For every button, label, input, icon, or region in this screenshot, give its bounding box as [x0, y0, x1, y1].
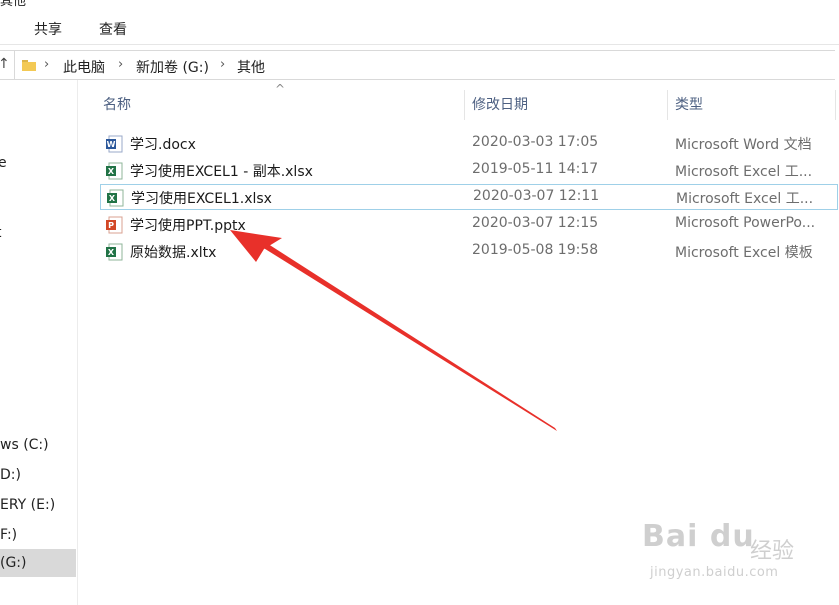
svg-text:X: X [108, 248, 115, 257]
breadcrumb-arrow-icon[interactable]: › [220, 57, 225, 72]
column-divider[interactable] [835, 90, 836, 120]
nav-drive-f[interactable]: F:) [0, 521, 76, 549]
file-name: 原始数据.xltx [130, 245, 217, 261]
file-date: 2020-03-03 17:05 [472, 134, 599, 150]
file-row[interactable]: W 学习.docx 2020-03-03 17:05 Microsoft Wor… [100, 131, 838, 157]
svg-text:X: X [109, 194, 116, 203]
watermark-text: 经验 [750, 539, 795, 564]
folder-icon [22, 60, 36, 71]
excel-icon: X [107, 189, 124, 207]
watermark-logo: Bai du [642, 519, 755, 554]
nav-item-fragment[interactable]: e [0, 155, 7, 171]
file-type: Microsoft Excel 工... [676, 191, 814, 207]
breadcrumb-drive-g[interactable]: 新加卷 (G:) [136, 57, 209, 77]
svg-text:P: P [108, 221, 114, 230]
address-bar[interactable]: ↑ › 此电脑 › 新加卷 (G:) › 其他 [0, 50, 835, 80]
tab-view[interactable]: 查看 [95, 17, 131, 41]
column-header-name[interactable]: 名称 [103, 90, 131, 120]
arrow-shaft [262, 242, 557, 431]
file-name: 学习使用EXCEL1 - 副本.xlsx [130, 164, 313, 180]
column-header-type[interactable]: 类型 [675, 90, 703, 120]
file-name: 学习使用PPT.pptx [130, 218, 246, 234]
nav-item-fragment[interactable]: t [0, 225, 2, 241]
file-type: Microsoft Excel 工... [675, 164, 813, 180]
excel-template-icon: X [106, 243, 123, 261]
tab-share[interactable]: 共享 [30, 17, 66, 41]
svg-text:X: X [108, 167, 115, 176]
nav-drive-c[interactable]: ws (C:) [0, 431, 76, 459]
file-row[interactable]: P 学习使用PPT.pptx 2020-03-07 12:15 Microsof… [100, 212, 838, 238]
baidu-jingyan-watermark: Bai du 经验 jingyan.baidu.com [642, 515, 832, 600]
file-name: 学习使用EXCEL1.xlsx [131, 191, 272, 207]
column-divider[interactable] [667, 90, 668, 120]
up-arrow-icon[interactable]: ↑ [0, 56, 10, 72]
powerpoint-icon: P [106, 216, 123, 234]
file-row-focused[interactable]: X 学习使用EXCEL1.xlsx 2020-03-07 12:11 Micro… [100, 184, 838, 210]
breadcrumb-this-pc[interactable]: 此电脑 [63, 57, 105, 77]
column-header-date[interactable]: 修改日期 [472, 90, 528, 120]
watermark-url: jingyan.baidu.com [650, 565, 779, 580]
file-type: Microsoft PowerPo... [675, 215, 816, 231]
file-row[interactable]: X 学习使用EXCEL1 - 副本.xlsx 2019-05-11 14:17 … [100, 158, 838, 184]
nav-drive-e[interactable]: ERY (E:) [0, 491, 76, 519]
file-name: 学习.docx [130, 137, 196, 153]
file-date: 2019-05-08 19:58 [472, 242, 599, 258]
breadcrumb-other[interactable]: 其他 [237, 57, 265, 77]
ribbon-divider [0, 44, 839, 45]
file-type: Microsoft Excel 模板 [675, 245, 813, 261]
file-date: 2020-03-07 12:15 [472, 215, 599, 231]
nav-drive-g[interactable]: (G:) [0, 549, 76, 577]
nav-drive-d[interactable]: D:) [0, 461, 76, 489]
window-title: 其他 [0, 0, 27, 9]
file-date: 2020-03-07 12:11 [473, 188, 600, 204]
breadcrumb-arrow-icon[interactable]: › [44, 57, 49, 72]
file-type: Microsoft Word 文档 [675, 137, 812, 153]
ribbon-tabs: 共享 查看 [0, 12, 839, 44]
sort-ascending-icon: ^ [275, 82, 286, 96]
navigation-pane: e t ws (C:) D:) ERY (E:) F:) (G:) [0, 80, 78, 605]
file-date: 2019-05-11 14:17 [472, 161, 599, 177]
svg-text:W: W [107, 140, 116, 149]
excel-icon: X [106, 162, 123, 180]
breadcrumb-arrow-icon[interactable]: › [118, 57, 123, 72]
column-divider[interactable] [464, 90, 465, 120]
address-divider [14, 51, 15, 79]
file-row[interactable]: X 原始数据.xltx 2019-05-08 19:58 Microsoft E… [100, 239, 838, 265]
word-icon: W [106, 135, 123, 153]
